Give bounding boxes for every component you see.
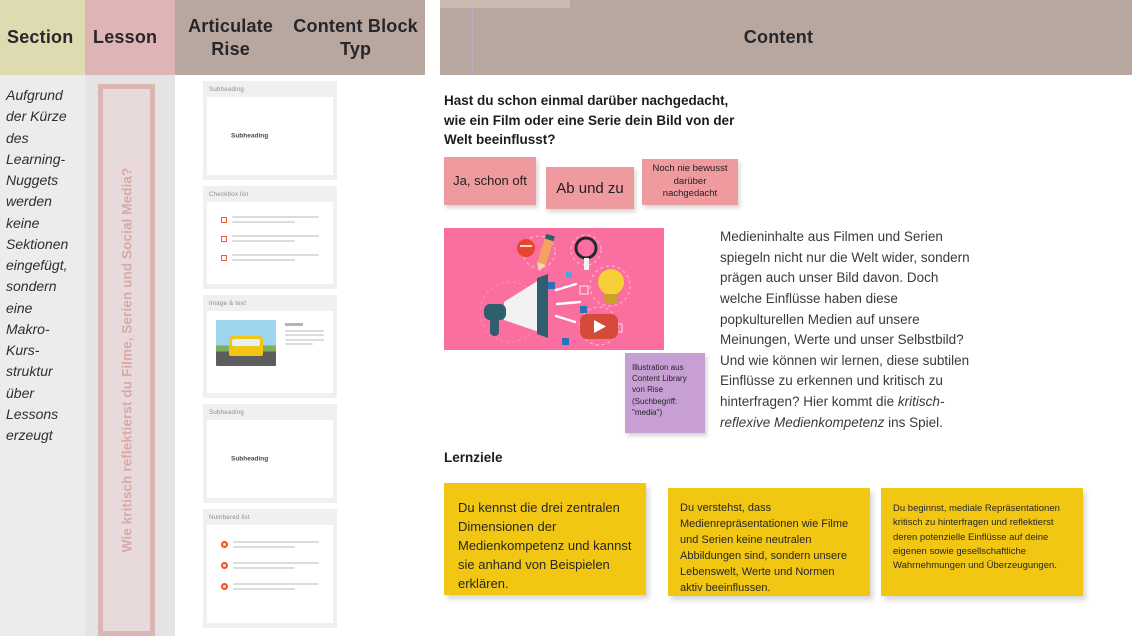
answer-sticky-2[interactable]: Ab und zu [546,167,634,209]
rise-subheading-caption: Subheading [231,132,269,140]
bus-shape [229,336,263,356]
rise-block-numbered-list[interactable]: Numbered list [203,509,337,628]
placeholder-text [232,235,319,244]
column-header-section: Section [0,0,85,75]
rise-block-label: Subheading [209,409,245,416]
objectives-title: Lernziele [444,450,503,465]
checkbox-icon [221,255,227,261]
rise-block-stack: Subheading Subheading Checkbox list Imag… [203,81,337,636]
rise-block-preview [207,311,333,393]
header-gap [425,0,440,75]
rise-block-image-text[interactable]: Image & text [203,295,337,398]
placeholder-text [232,216,319,225]
content-question: Hast du schon einmal darüber nachgedacht… [444,93,735,148]
megaphone-illustration-svg [444,228,664,350]
rise-block-label: Numbered list [209,514,250,521]
number-bullet-icon [221,541,228,548]
articulate-rise-column: Subheading Subheading Checkbox list Imag… [175,75,425,636]
checkbox-icon [221,236,227,242]
checkbox-row [221,216,319,225]
numbered-row [221,583,319,592]
column-header-rise-line2: Content Block Typ [293,16,418,59]
checkbox-icon [221,217,227,223]
answer-sticky-3[interactable]: Noch nie bewusst darüber nachgedacht [642,159,738,205]
header-divider [472,0,473,75]
rise-block-preview: Subheading [207,420,333,498]
section-note-text: Aufgrund der Kürze des Learning-Nuggets … [6,87,69,444]
checkbox-row [221,254,319,263]
rise-block-preview: Subheading [207,97,333,175]
lesson-vertical-label: Wie kritisch reflektierst du Filme, Seri… [119,167,134,553]
body-text-part2: ins Spiel. [884,414,943,430]
column-header-rise-line1: Articulate Rise [188,16,274,59]
objective-sticky-3[interactable]: Du beginnst, mediale Repräsentationen kr… [881,488,1083,596]
rise-subheading-caption: Subheading [231,455,269,463]
rise-block-checkbox-list[interactable]: Checkbox list [203,186,337,289]
answer-sticky-1[interactable]: Ja, schon oft [444,157,536,205]
placeholder-text [285,320,324,384]
numbered-row [221,541,319,550]
placeholder-text [232,254,319,263]
lesson-column: Wie kritisch reflektierst du Filme, Seri… [85,75,175,636]
body-text-part1: Medieninhalte aus Filmen und Serien spie… [720,229,970,410]
rise-block-subheading-1[interactable]: Subheading Subheading [203,81,337,180]
rise-block-preview [207,525,333,623]
number-bullet-icon [221,562,228,569]
illustration-annotation: Illustration aus Content Library von Ris… [625,353,705,433]
table-header-row: Section Lesson Articulate Rise Content B… [0,0,1132,75]
numbered-row [221,562,319,571]
column-header-content-label: Content [743,27,814,47]
header-notch [440,0,570,8]
rise-block-label: Image & text [209,300,247,307]
placeholder-text [233,562,319,571]
objective-sticky-1[interactable]: Du kennst die drei zentralen Dimensionen… [444,483,646,595]
rise-block-label: Subheading [209,86,245,93]
content-column: Hast du schon einmal darüber nachgedacht… [440,75,1132,636]
placeholder-text [233,541,319,550]
objective-sticky-2[interactable]: Du verstehst, dass Medienrepräsentatione… [668,488,870,596]
column-header-articulate-rise: Articulate Rise Content Block Typ [175,0,425,75]
number-bullet-icon [221,583,228,590]
content-body-text: Medieninhalte aus Filmen und Serien spie… [720,227,972,433]
section-column: Aufgrund der Kürze des Learning-Nuggets … [0,75,85,636]
column-header-content: Content [425,0,1132,75]
objectives-sticky-group: Du kennst die drei zentralen Dimensionen… [444,483,1083,596]
rise-block-subheading-2[interactable]: Subheading Subheading [203,404,337,503]
whiteboard-canvas: Section Lesson Articulate Rise Content B… [0,0,1132,636]
placeholder-image [216,320,276,366]
checkbox-row [221,235,319,244]
media-illustration [444,228,664,350]
rise-block-label: Checkbox list [209,191,249,198]
column-header-lesson: Lesson [85,0,175,75]
placeholder-text [233,583,319,592]
answer-sticky-group: Ja, schon oft Ab und zu Noch nie bewusst… [444,153,738,209]
lesson-band[interactable]: Wie kritisch reflektierst du Filme, Seri… [98,84,155,636]
rise-block-preview [207,202,333,284]
